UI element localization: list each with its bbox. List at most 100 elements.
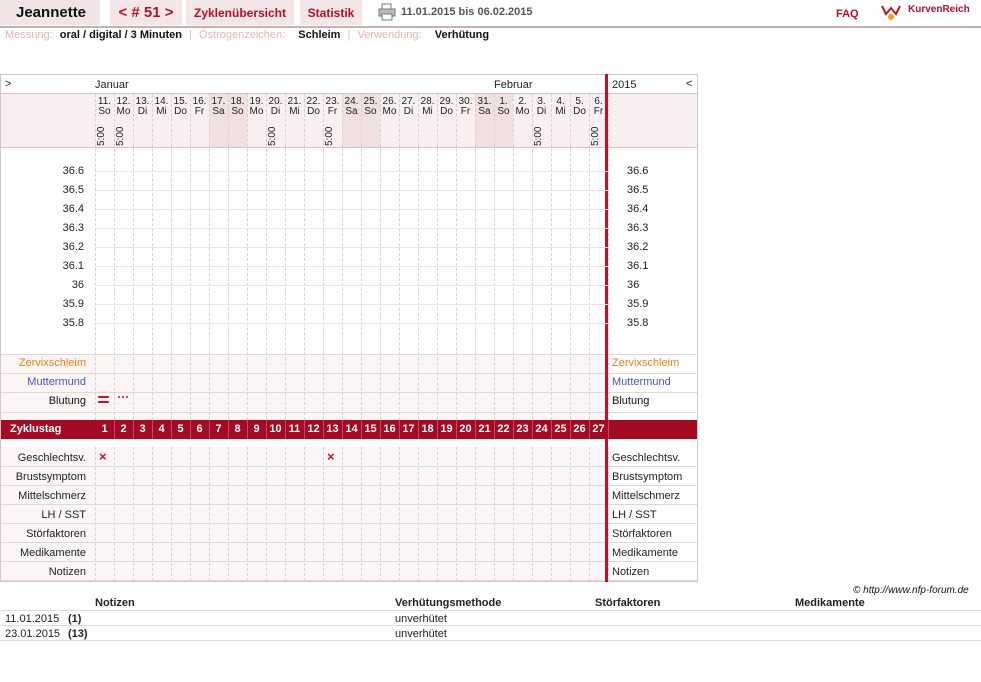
row-line-right <box>608 412 697 413</box>
lower-row-line <box>1 580 605 581</box>
day-weekday: Di <box>536 106 547 117</box>
cervix-row-label: Zervixschleim <box>18 357 86 369</box>
grid-vline <box>494 94 495 420</box>
temp-label-right: 36.4 <box>627 203 649 215</box>
os-row-label: Muttermund <box>27 376 86 388</box>
header-divider <box>1 93 605 94</box>
grid-vline <box>247 94 248 420</box>
cycle-day-number: 20 <box>459 423 472 435</box>
temp-gridline <box>95 247 608 248</box>
day-weekday: Sa <box>345 106 358 117</box>
print-icon[interactable] <box>378 3 396 21</box>
cycle-day-number: 2 <box>120 423 127 435</box>
cycle-day-number: 10 <box>269 423 282 435</box>
day-weekday: Fr <box>460 106 471 117</box>
header-divider-right <box>608 93 697 94</box>
cycle-day-number: 19 <box>440 423 453 435</box>
cycle-day-number: 21 <box>478 423 491 435</box>
cycle-day-number: 7 <box>215 423 222 435</box>
lower-row-line-right <box>608 580 697 581</box>
lower-row-line <box>1 542 605 543</box>
faq-link[interactable]: FAQ <box>836 8 859 20</box>
cycle-day-label: Zyklustag <box>10 423 62 435</box>
notes-date: 23.01.2015 <box>5 628 61 640</box>
day-weekday: So <box>497 106 510 117</box>
temp-gridline <box>95 323 608 324</box>
bleeding-row-label-right: Blutung <box>612 395 650 407</box>
temp-label-right: 35.8 <box>627 317 649 329</box>
day-weekday: Fr <box>593 106 604 117</box>
cycle-day-number: 23 <box>516 423 529 435</box>
lower-row-line-right <box>608 542 697 543</box>
day-weekday: Mo <box>116 106 131 117</box>
day-weekday: Do <box>307 106 320 117</box>
lower-row-line <box>1 561 605 562</box>
cycle-day-separator <box>342 420 343 439</box>
grid-vline <box>437 94 438 420</box>
cycle-day-number: 17 <box>402 423 415 435</box>
row-line-right <box>608 392 697 393</box>
month-label-february: Februar <box>494 79 533 91</box>
day-weekday: Fr <box>327 106 338 117</box>
cycle-day-number: 22 <box>497 423 510 435</box>
cycle-day-separator <box>247 420 248 439</box>
lower-row-line-right <box>608 504 697 505</box>
brand-name[interactable]: KurvenReich <box>908 4 970 15</box>
temp-label-right: 35.9 <box>627 298 649 310</box>
grid-vline <box>190 94 191 420</box>
row-line <box>1 412 605 413</box>
brand-logo-icon[interactable] <box>880 2 902 22</box>
notes-cycle-day: (13) <box>68 628 88 640</box>
measure-time: 5:00 <box>267 126 278 146</box>
cycle-day-separator <box>171 420 172 439</box>
cycle-day-number: 3 <box>139 423 146 435</box>
notes-cycle-day: (1) <box>68 613 82 625</box>
grid-vline <box>399 94 400 420</box>
temp-label-right: 36.5 <box>627 184 649 196</box>
day-weekday: Mi <box>156 106 167 117</box>
lower-row-label: LH / SST <box>41 509 86 521</box>
row-line-right <box>608 373 697 374</box>
cycle-day-separator <box>266 420 267 439</box>
cycle-navigator[interactable]: < # 51 > <box>110 0 182 25</box>
lower-row-label: Medikamente <box>19 547 86 559</box>
grid-vline <box>133 94 134 420</box>
day-weekday: Do <box>440 106 453 117</box>
temp-label-left: 36.6 <box>62 165 84 177</box>
measure-time: 5:00 <box>590 126 601 146</box>
cycle-day-separator <box>475 420 476 439</box>
notes-row-line <box>0 625 981 626</box>
cycle-day-separator <box>608 420 609 439</box>
grid-vline <box>380 94 381 420</box>
lower-row-line <box>1 523 605 524</box>
tab-cycle-overview[interactable]: Zyklenübersicht <box>186 0 294 25</box>
day-weekday: Mo <box>249 106 264 117</box>
day-weekday: Sa <box>212 106 225 117</box>
day-weekday: Do <box>573 106 586 117</box>
measure-time: 5:00 <box>96 126 107 146</box>
grid-vline <box>266 94 267 420</box>
collapse-right-button[interactable]: < <box>686 78 692 90</box>
cycle-day-separator <box>437 420 438 439</box>
temp-label-right: 36.1 <box>627 260 649 272</box>
expand-left-button[interactable]: > <box>5 78 11 90</box>
row-line <box>1 373 605 374</box>
grid-vline <box>152 94 153 420</box>
cycle-day-number: 12 <box>307 423 320 435</box>
cycle-day-separator <box>418 420 419 439</box>
tab-statistics[interactable]: Statistik <box>300 0 362 25</box>
measure-time: 5:00 <box>533 126 544 146</box>
day-weekday: Mi <box>422 106 433 117</box>
lower-row-line <box>1 504 605 505</box>
lower-row-line-right <box>608 466 697 467</box>
notes-row-line <box>0 640 981 641</box>
lower-row-line-right <box>608 561 697 562</box>
cycle-day-number: 14 <box>345 423 358 435</box>
grid-vline <box>114 94 115 420</box>
temp-gridline <box>95 209 608 210</box>
cycle-day-separator <box>209 420 210 439</box>
temp-label-right: 36.6 <box>627 165 649 177</box>
lower-row-label-right: Störfaktoren <box>612 528 672 540</box>
grid-vline <box>551 94 552 420</box>
cycle-day-number: 4 <box>158 423 165 435</box>
